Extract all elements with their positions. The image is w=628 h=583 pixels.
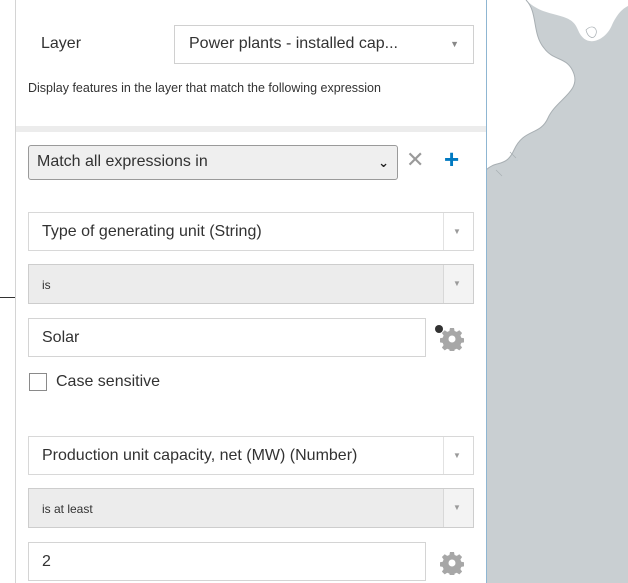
gear-icon[interactable] bbox=[440, 327, 464, 351]
map-view[interactable] bbox=[486, 0, 628, 583]
layer-label: Layer bbox=[41, 35, 82, 52]
expression-2-operator-dropdown-button[interactable]: ▼ bbox=[443, 489, 473, 527]
filter-description: Display features in the layer that match… bbox=[28, 81, 381, 95]
expression-2-operator-value: is at least bbox=[42, 502, 93, 516]
caret-down-icon: ▼ bbox=[453, 503, 461, 512]
expression-1-operator-dropdown-button[interactable]: ▼ bbox=[443, 265, 473, 303]
match-mode-select[interactable]: Match all expressions in ⌄ bbox=[28, 145, 398, 180]
caret-down-icon: ▼ bbox=[453, 451, 461, 460]
expression-2-field-dropdown-button[interactable]: ▼ bbox=[443, 437, 473, 474]
case-sensitive-checkbox[interactable] bbox=[29, 373, 47, 391]
caret-down-icon: ▼ bbox=[453, 227, 461, 236]
expression-1-value-input[interactable]: Solar bbox=[28, 318, 426, 357]
section-divider bbox=[16, 126, 486, 132]
expression-1-value-text: Solar bbox=[42, 329, 80, 346]
layer-select[interactable]: Power plants - installed cap... ▼ bbox=[174, 25, 474, 64]
expression-2-value-text: 2 bbox=[42, 553, 51, 570]
case-sensitive-label: Case sensitive bbox=[56, 373, 161, 390]
expression-1-field-dropdown-button[interactable]: ▼ bbox=[443, 213, 473, 250]
expression-1-field-select[interactable]: Type of generating unit (String) ▼ bbox=[28, 212, 474, 251]
coastline-graphic bbox=[486, 0, 628, 177]
expression-2-field-select[interactable]: Production unit capacity, net (MW) (Numb… bbox=[28, 436, 474, 475]
plus-icon[interactable]: + bbox=[444, 144, 459, 174]
callout-dot bbox=[435, 325, 443, 333]
gear-icon[interactable] bbox=[440, 551, 464, 575]
caret-down-icon: ▼ bbox=[453, 279, 461, 288]
layer-select-value: Power plants - installed cap... bbox=[189, 35, 398, 52]
expression-1-operator-value: is bbox=[42, 278, 51, 292]
filter-panel: Layer Power plants - installed cap... ▼ … bbox=[15, 0, 487, 583]
expression-2-field-value: Production unit capacity, net (MW) (Numb… bbox=[42, 447, 358, 464]
expression-2-operator-select[interactable]: is at least ▼ bbox=[28, 488, 474, 528]
match-mode-value: Match all expressions in bbox=[37, 153, 208, 170]
caret-down-icon: ▼ bbox=[450, 39, 459, 49]
stage: Layer Power plants - installed cap... ▼ … bbox=[0, 0, 628, 583]
expression-1-operator-select[interactable]: is ▼ bbox=[28, 264, 474, 304]
chevron-down-icon: ⌄ bbox=[378, 155, 389, 170]
close-icon[interactable]: ✕ bbox=[406, 146, 424, 174]
expression-1-field-value: Type of generating unit (String) bbox=[42, 223, 262, 240]
expression-2-value-input[interactable]: 2 bbox=[28, 542, 426, 581]
